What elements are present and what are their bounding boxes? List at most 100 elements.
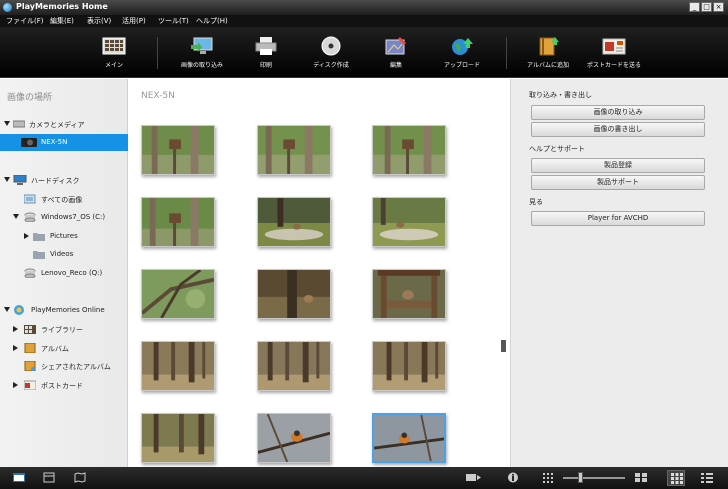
zoom-slider-track[interactable] — [563, 477, 625, 479]
expand-arrow-icon[interactable] — [4, 121, 10, 126]
info-icon[interactable] — [507, 472, 519, 483]
menu-tools[interactable]: ツール(T) — [158, 16, 189, 26]
sidebar-item-label: Videos — [50, 250, 74, 258]
postcard-icon — [602, 38, 626, 55]
thumbnail[interactable] — [141, 269, 215, 319]
player-avchd-button[interactable]: Player for AVCHD — [531, 211, 705, 226]
filter-icon[interactable] — [466, 472, 482, 483]
thumbnail[interactable] — [372, 125, 446, 175]
drive-icon — [24, 268, 36, 278]
toolbar-disc-label: ディスク作成 — [313, 62, 349, 69]
toolbar-album-button[interactable]: アルバムに追加 — [522, 27, 574, 78]
sidebar-item-all-images[interactable]: すべての画像 — [0, 191, 128, 208]
all-images-icon — [24, 194, 36, 204]
menu-edit[interactable]: 編集(E) — [50, 16, 74, 26]
sidebar-item-videos[interactable]: Videos — [0, 246, 128, 263]
thumbnail[interactable] — [141, 197, 215, 247]
minimize-button[interactable]: _ — [689, 2, 700, 12]
sidebar-item-label: すべての画像 — [41, 196, 83, 204]
photo-bird-branch — [258, 414, 330, 462]
sidebar-item-hard-disk[interactable]: ハードディスク — [0, 172, 128, 189]
map-view-icon[interactable] — [74, 472, 86, 483]
product-support-button[interactable]: 製品サポート — [531, 175, 705, 190]
photo-tree-branches — [142, 270, 214, 318]
sidebar-item-postcard[interactable]: ポストカード — [0, 377, 128, 394]
folder-view-icon[interactable] — [13, 472, 25, 483]
thumbnail[interactable] — [372, 269, 446, 319]
toolbar-postcard-button[interactable]: ポストカードを送る — [580, 27, 648, 78]
thumbnail[interactable] — [257, 125, 331, 175]
menu-view[interactable]: 表示(V) — [87, 16, 111, 26]
zoom-slider-handle[interactable] — [578, 472, 583, 483]
toolbar-postcard-label: ポストカードを送る — [586, 62, 641, 69]
toolbar-disc-button[interactable]: ディスク作成 — [305, 27, 357, 78]
expand-arrow-icon[interactable] — [4, 177, 10, 182]
photo-squirrel-rock — [258, 270, 330, 318]
toolbar-import-button[interactable]: 画像の取り込み — [172, 27, 232, 78]
close-button[interactable]: × — [713, 2, 724, 12]
thumbnail-selected[interactable] — [372, 413, 446, 463]
toolbar-album-label: アルバムに追加 — [527, 62, 569, 69]
location-label: NEX-5N — [141, 91, 175, 101]
expand-arrow-icon[interactable] — [13, 382, 18, 388]
menu-bar: ファイル(F) 編集(E) 表示(V) 活用(P) ツール(T) ヘルプ(H) — [0, 15, 728, 27]
product-registration-button[interactable]: 製品登録 — [531, 158, 705, 173]
expand-arrow-icon[interactable] — [13, 345, 18, 351]
edit-icon — [385, 37, 406, 55]
sidebar-item-library[interactable]: ライブラリー — [0, 321, 128, 338]
calendar-view-icon[interactable] — [43, 472, 55, 483]
detail-view-icon[interactable] — [701, 472, 713, 483]
sidebar-item-album[interactable]: アルバム — [0, 340, 128, 357]
sidebar-item-label: ハードディスク — [31, 177, 80, 185]
sidebar-item-shared-album[interactable]: シェアされたアルバム — [0, 358, 128, 375]
thumbnail[interactable] — [141, 125, 215, 175]
sidebar-item-playmemories-online[interactable]: PlayMemories Online — [0, 302, 128, 319]
thumbnail[interactable] — [257, 341, 331, 391]
photo-forest-trunks — [373, 342, 445, 390]
toolbar-edit-button[interactable]: 編集 — [376, 27, 416, 78]
sidebar-heading: 画像の場所 — [7, 93, 53, 103]
thumbnail[interactable] — [257, 413, 331, 463]
expand-arrow-icon[interactable] — [4, 307, 10, 312]
sidebar: 画像の場所 カメラとメディア NEX-5N ハードディスク すべての画像 Win… — [0, 79, 128, 467]
photo-forest-trunks — [258, 342, 330, 390]
thumbnail[interactable] — [141, 413, 215, 463]
zoom-large-icon[interactable] — [635, 472, 647, 483]
import-images-button[interactable]: 画像の取り込み — [531, 105, 705, 120]
toolbar-main-button[interactable]: メイン — [93, 27, 135, 78]
title-bar: PlayMemories Home _ □ × — [0, 0, 728, 15]
photo-squirrel-feeder — [373, 270, 445, 318]
expand-arrow-icon[interactable] — [24, 233, 29, 239]
thumbnail[interactable] — [257, 197, 331, 247]
thumbnail[interactable] — [372, 197, 446, 247]
expand-arrow-icon[interactable] — [13, 214, 19, 219]
folder-icon — [33, 233, 45, 241]
expand-arrow-icon[interactable] — [13, 326, 18, 332]
grid-view-button[interactable] — [667, 470, 685, 486]
thumbnail[interactable] — [372, 341, 446, 391]
thumbnail[interactable] — [141, 341, 215, 391]
photo-forest-birdhouse — [373, 126, 445, 174]
scrollbar-thumb[interactable] — [501, 340, 506, 352]
toolbar: メイン 画像の取り込み 印刷 ディスク作成 編集 アップロード アルバムに追加 … — [0, 27, 728, 78]
view-section-title: 見る — [529, 198, 543, 206]
thumbnail[interactable] — [257, 269, 331, 319]
photo-forest-trunks — [142, 414, 214, 462]
sidebar-item-pictures[interactable]: Pictures — [0, 228, 128, 245]
menu-help[interactable]: ヘルプ(H) — [196, 16, 228, 26]
toolbar-print-button[interactable]: 印刷 — [246, 27, 286, 78]
menu-use[interactable]: 活用(P) — [122, 16, 146, 26]
export-images-button[interactable]: 画像の書き出し — [531, 122, 705, 137]
zoom-small-icon[interactable] — [542, 472, 554, 483]
upload-globe-icon — [452, 38, 473, 55]
sidebar-item-nex-5n[interactable]: NEX-5N — [0, 134, 128, 151]
sidebar-item-camera-media[interactable]: カメラとメディア — [0, 116, 128, 133]
menu-file[interactable]: ファイル(F) — [6, 16, 44, 26]
photo-bird-branch — [374, 415, 444, 461]
camera-icon — [21, 138, 37, 147]
sidebar-item-lenovo-drive[interactable]: Lenovo_Reco (Q:) — [0, 265, 128, 282]
sidebar-item-label: ライブラリー — [41, 326, 83, 334]
sidebar-item-windows-drive[interactable]: Windows7_OS (C:) — [0, 209, 128, 226]
toolbar-upload-button[interactable]: アップロード — [436, 27, 488, 78]
maximize-button[interactable]: □ — [701, 2, 712, 12]
